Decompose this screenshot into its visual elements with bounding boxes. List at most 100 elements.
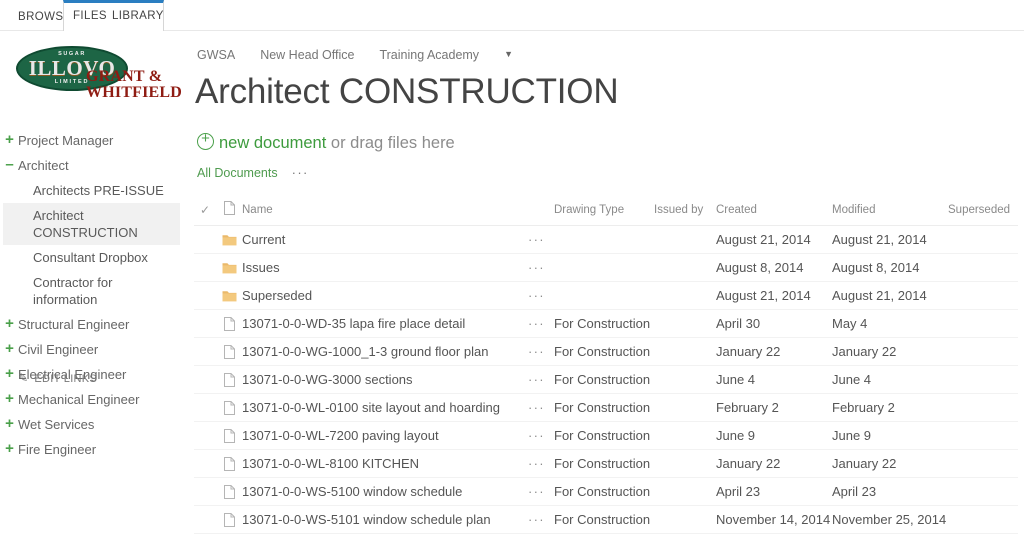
- sidebar-item-contractor-for-information[interactable]: Contractor for information: [0, 270, 186, 312]
- row-name-link[interactable]: 13071-0-0-WS-5101 window schedule plan: [242, 505, 528, 534]
- table-row[interactable]: 13071-0-0-WG-1000_1-3 ground floor plan ·…: [194, 337, 1018, 366]
- main-content-area: GWSA New Head Office Training Academy ▼ Arc…: [186, 31, 1024, 540]
- plus-circle-icon: [197, 130, 214, 150]
- document-icon: [216, 421, 242, 450]
- document-icon: [216, 505, 242, 534]
- row-name-link[interactable]: 13071-0-0-WG-3000 sections: [242, 365, 528, 394]
- column-header-created[interactable]: Created: [716, 196, 832, 226]
- sidebar-item-architect-construction[interactable]: Architect CONSTRUCTION: [3, 203, 180, 245]
- expand-icon[interactable]: +: [4, 416, 15, 433]
- row-modified: August 8, 2014: [832, 253, 948, 282]
- sidebar-item-fire-engineer[interactable]: + Fire Engineer: [0, 437, 186, 462]
- tab-library[interactable]: LIBRARY: [112, 10, 164, 22]
- row-context-menu-ellipsis[interactable]: ···: [528, 393, 554, 422]
- sidebar-item-wet-services[interactable]: + Wet Services: [0, 412, 186, 437]
- chevron-down-icon[interactable]: ▼: [504, 49, 513, 59]
- sidebar-item-label: Fire Engineer: [18, 442, 97, 457]
- table-row[interactable]: 13071-0-0-WS-5100 window schedule ··· For …: [194, 477, 1018, 506]
- sidebar-item-project-manager[interactable]: + Project Manager: [0, 128, 186, 153]
- collapse-icon[interactable]: –: [4, 157, 15, 174]
- row-created: November 14, 2014: [716, 505, 832, 534]
- table-row[interactable]: Issues ··· August 8, 2014 August 8, 2014: [194, 253, 1018, 282]
- row-context-menu-ellipsis[interactable]: ···: [528, 477, 554, 506]
- row-select-checkbox[interactable]: [194, 449, 216, 478]
- row-select-checkbox[interactable]: [194, 393, 216, 422]
- expand-icon[interactable]: +: [4, 341, 15, 358]
- folder-icon: [216, 281, 242, 310]
- row-context-menu-ellipsis[interactable]: ···: [528, 365, 554, 394]
- row-drawing-type: For Construction: [554, 421, 654, 450]
- view-more-ellipsis[interactable]: ···: [292, 165, 309, 180]
- row-context-menu-ellipsis[interactable]: ···: [528, 421, 554, 450]
- row-superseded: [948, 421, 1018, 450]
- row-context-menu-ellipsis[interactable]: ···: [528, 505, 554, 534]
- expand-icon[interactable]: +: [4, 316, 15, 333]
- tab-files[interactable]: FILES: [73, 10, 107, 22]
- column-header-issued-by[interactable]: Issued by: [654, 196, 716, 226]
- sidebar-item-civil-engineer[interactable]: + Civil Engineer: [0, 337, 186, 362]
- breadcrumb-item-new-head-office[interactable]: New Head Office: [260, 48, 354, 62]
- column-select-all[interactable]: ✓: [194, 196, 216, 226]
- row-name-link[interactable]: 13071-0-0-WL-7200 paving layout: [242, 421, 528, 450]
- table-row[interactable]: 13071-0-0-WL-0100 site layout and hoardi…: [194, 393, 1018, 422]
- row-context-menu-ellipsis[interactable]: ···: [528, 225, 554, 254]
- row-name-link[interactable]: Issues: [242, 253, 528, 282]
- quick-launch-nav: + Project Manager – Architect Architects PRE…: [0, 128, 186, 462]
- expand-icon[interactable]: +: [4, 391, 15, 408]
- column-header-drawing-type[interactable]: Drawing Type: [554, 196, 654, 226]
- table-row[interactable]: Current ··· August 21, 2014 August 21, 2014: [194, 225, 1018, 254]
- sidebar-item-label: Wet Services: [18, 417, 95, 432]
- row-name-link[interactable]: 13071-0-0-WL-8100 KITCHEN: [242, 449, 528, 478]
- breadcrumb-item-training-academy[interactable]: Training Academy: [379, 48, 479, 62]
- table-row[interactable]: Superseded ··· August 21, 2014 August 21, 2…: [194, 281, 1018, 310]
- row-select-checkbox[interactable]: [194, 421, 216, 450]
- new-document-area[interactable]: new document or drag files here: [197, 130, 455, 153]
- row-context-menu-ellipsis[interactable]: ···: [528, 253, 554, 282]
- view-selector-bar: All Documents ···: [197, 165, 309, 180]
- table-row[interactable]: 13071-0-0-WD-35 lapa fire place detail ··…: [194, 309, 1018, 338]
- row-select-checkbox[interactable]: [194, 365, 216, 394]
- row-select-checkbox[interactable]: [194, 477, 216, 506]
- row-name-link[interactable]: Superseded: [242, 281, 528, 310]
- column-header-modified[interactable]: Modified: [832, 196, 948, 226]
- table-row[interactable]: 13071-0-0-WS-5101 window schedule plan ··…: [194, 505, 1018, 534]
- row-select-checkbox[interactable]: [194, 253, 216, 282]
- sidebar-item-consultant-dropbox[interactable]: Consultant Dropbox: [0, 245, 186, 270]
- row-drawing-type: For Construction: [554, 365, 654, 394]
- edit-links-button[interactable]: ✎ EDIT LINKS: [0, 371, 97, 385]
- sidebar-item-architect[interactable]: – Architect: [0, 153, 186, 178]
- table-row[interactable]: 13071-0-0-WL-8100 KITCHEN ··· For Construc…: [194, 449, 1018, 478]
- sidebar-item-structural-engineer[interactable]: + Structural Engineer: [0, 312, 186, 337]
- breadcrumb-item-gwsa[interactable]: GWSA: [197, 48, 235, 62]
- row-name-link[interactable]: 13071-0-0-WL-0100 site layout and hoardi…: [242, 393, 528, 422]
- row-modified: May 4: [832, 309, 948, 338]
- row-superseded: [948, 337, 1018, 366]
- view-all-documents[interactable]: All Documents: [197, 166, 278, 180]
- row-context-menu-ellipsis[interactable]: ···: [528, 281, 554, 310]
- site-logo[interactable]: SUGAR ILLOVO LIMITED GRANT & WHITFIELD: [8, 44, 183, 114]
- row-drawing-type: [554, 253, 654, 282]
- column-header-name[interactable]: Name: [242, 196, 528, 226]
- row-select-checkbox[interactable]: [194, 225, 216, 254]
- row-select-checkbox[interactable]: [194, 505, 216, 534]
- row-context-menu-ellipsis[interactable]: ···: [528, 449, 554, 478]
- row-name-link[interactable]: 13071-0-0-WD-35 lapa fire place detail: [242, 309, 528, 338]
- new-document-link[interactable]: new document: [219, 134, 326, 152]
- column-header-superseded[interactable]: Superseded: [948, 196, 1018, 226]
- row-issued-by: [654, 365, 716, 394]
- sidebar-item-architects-pre-issue[interactable]: Architects PRE-ISSUE: [0, 178, 186, 203]
- row-name-link[interactable]: Current: [242, 225, 528, 254]
- column-doc-type-icon[interactable]: [216, 196, 242, 226]
- row-select-checkbox[interactable]: [194, 337, 216, 366]
- row-context-menu-ellipsis[interactable]: ···: [528, 309, 554, 338]
- row-name-link[interactable]: 13071-0-0-WG-1000_1-3 ground floor plan: [242, 337, 528, 366]
- row-select-checkbox[interactable]: [194, 281, 216, 310]
- table-row[interactable]: 13071-0-0-WL-7200 paving layout ··· For Co…: [194, 421, 1018, 450]
- row-select-checkbox[interactable]: [194, 309, 216, 338]
- row-context-menu-ellipsis[interactable]: ···: [528, 337, 554, 366]
- row-name-link[interactable]: 13071-0-0-WS-5100 window schedule: [242, 477, 528, 506]
- expand-icon[interactable]: +: [4, 132, 15, 149]
- sidebar-item-mechanical-engineer[interactable]: + Mechanical Engineer: [0, 387, 186, 412]
- table-row[interactable]: 13071-0-0-WG-3000 sections ··· For Constru…: [194, 365, 1018, 394]
- expand-icon[interactable]: +: [4, 441, 15, 458]
